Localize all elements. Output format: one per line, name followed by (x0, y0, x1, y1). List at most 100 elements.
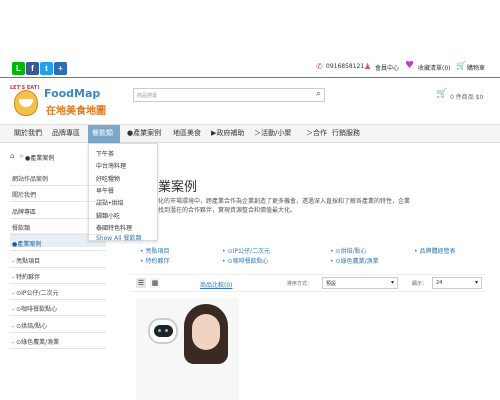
search-input[interactable]: 商品搜尋 (137, 92, 157, 99)
sidebar-item[interactable]: 餐飲類 (12, 223, 30, 232)
sidebar-divider (10, 266, 106, 268)
list-view-icon[interactable]: ☰ (136, 278, 146, 288)
share-plus-icon[interactable]: + (54, 62, 67, 75)
page-title: 業案例 (158, 180, 198, 195)
category-label: ⊙綠色農業/漁業 (335, 258, 379, 265)
twitter-icon[interactable]: t (40, 62, 53, 75)
header-cart-summary[interactable]: 0 件商品 $0 (450, 92, 483, 101)
dropdown-item[interactable]: 好吃糧物 (96, 174, 120, 183)
dropdown-item[interactable]: 下午茶 (96, 149, 114, 158)
category-link[interactable]: • ⊙IP公仔/二次元 (222, 246, 270, 255)
cart-link[interactable]: 購物車 (467, 63, 485, 72)
menu-dining[interactable]: 餐飲類 (92, 128, 113, 138)
category-label: 品牌體經營表 (419, 248, 456, 255)
sidebar-item[interactable]: ●產業案例 (12, 239, 41, 248)
bullet-icon: • (222, 248, 226, 255)
category-link[interactable]: • ⊙烘焙/點心 (330, 246, 367, 255)
facebook-icon[interactable]: f (26, 62, 39, 75)
grid-view-icon[interactable]: ▦ (150, 278, 160, 288)
person-face-image-icon (192, 314, 220, 350)
compare-link[interactable]: 商品比較(0) (200, 280, 233, 289)
sort-chevron-down-icon: ▾ (390, 279, 394, 286)
search-box[interactable]: 商品搜尋 ⌕ (133, 88, 325, 102)
category-label: 亮點項目 (145, 248, 170, 255)
sidebar-item[interactable]: - ⊙烘焙/點心 (12, 321, 47, 330)
sidebar-item[interactable]: 關於我們 (12, 190, 36, 199)
menu-brand[interactable]: 品牌專區 (52, 128, 80, 138)
sidebar-divider (10, 315, 106, 317)
category-link[interactable]: • 品牌體經營表 (414, 246, 456, 255)
bullet-icon: • (140, 258, 144, 265)
sidebar-divider (10, 201, 106, 203)
home-icon[interactable]: ⌂ (10, 152, 14, 160)
sidebar-divider (10, 217, 106, 219)
page-desc-line1: 化的市場環境中，跨產業合作為企業創造了更多機會，透過深入直採和了解各產業的特性，… (158, 198, 411, 205)
sidebar-divider (10, 299, 106, 301)
sidebar-item[interactable]: - ⊙咖啡餐飲點心 (12, 304, 57, 313)
sidebar-divider (10, 185, 106, 186)
category-label: 特約夥伴 (145, 258, 170, 265)
category-label: ⊙烘焙/點心 (335, 248, 367, 255)
logo-subtitle: 在地美食地圖 (46, 106, 106, 117)
show-label: 顯示： (412, 281, 428, 287)
phone-number[interactable]: 0916858121 (326, 63, 364, 70)
category-link[interactable]: • 特約夥伴 (140, 256, 170, 265)
show-select-value: 24 (436, 280, 443, 286)
user-icon: ♟ (364, 62, 372, 71)
logo-badge: LET'S EAT! (10, 85, 40, 91)
menu-industry-cases[interactable]: ●產業案例 (127, 128, 161, 138)
breadcrumb-separator: > (19, 153, 25, 160)
bullet-icon: • (222, 258, 226, 265)
robot-image-icon (148, 318, 178, 344)
line-icon[interactable]: L (12, 62, 25, 75)
menu-cooperation[interactable]: ＞合作 (306, 128, 327, 138)
bullet-icon: • (140, 248, 144, 255)
member-center-link[interactable]: 會員中心 (375, 63, 399, 72)
dropdown-item[interactable]: 中台灣料理 (96, 161, 126, 170)
page-desc-line2: 找到潛在的合作夥伴，實現資源整合和價值最大化。 (158, 207, 297, 214)
search-icon[interactable]: ⌕ (316, 89, 321, 99)
cart-icon: 🛒 (456, 61, 466, 70)
dropdown-item[interactable]: 甜點•烘焙 (96, 198, 124, 207)
sidebar-divider (10, 348, 106, 349)
sort-label: 排序方式： (287, 281, 313, 287)
bullet-icon: • (330, 248, 334, 255)
sidebar-divider (10, 282, 106, 284)
menu-local-food[interactable]: 地區美食 (173, 128, 201, 138)
sort-select-value: 預設 (326, 281, 337, 287)
topbar-divider (0, 77, 500, 78)
menu-about[interactable]: 關於我們 (14, 128, 42, 138)
heart-icon: ♥ (405, 60, 414, 71)
bullet-icon: • (330, 258, 334, 265)
sidebar-item[interactable]: - 特約夥伴 (12, 272, 40, 281)
sidebar-divider (10, 250, 106, 252)
bullet-icon: • (414, 248, 418, 255)
sidebar-divider (10, 233, 106, 235)
header-cart-icon[interactable]: 🛒 (436, 89, 447, 99)
category-label: ⊙咖啡餐飲點心 (227, 258, 269, 265)
wishlist-link[interactable]: 收藏清單(0) (418, 63, 451, 72)
sidebar-divider (10, 331, 106, 333)
sort-select[interactable]: 預設 ▾ (322, 277, 398, 289)
sidebar-item[interactable]: - 亮點項目 (12, 256, 40, 265)
sidebar-item[interactable]: - ⊙綠色農業/漁業 (12, 337, 59, 346)
breadcrumb-current[interactable]: ●產業案例 (25, 153, 54, 162)
sidebar-item[interactable]: - ⊙IP公仔/二次元 (12, 288, 59, 297)
dropdown-item[interactable]: 早午餐 (96, 186, 114, 195)
logo[interactable]: LET'S EAT! FoodMap 在地美食地圖 (10, 85, 122, 119)
logo-brand: FoodMap (44, 87, 101, 100)
menu-gov-subsidy[interactable]: ▶政府補助 (211, 128, 244, 138)
category-link[interactable]: • 亮點項目 (140, 246, 170, 255)
category-label: ⊙IP公仔/二次元 (227, 248, 270, 255)
sidebar-item[interactable]: 品牌專區 (12, 207, 36, 216)
category-link[interactable]: • ⊙綠色農業/漁業 (330, 256, 379, 265)
category-link[interactable]: • ⊙咖啡餐飲點心 (222, 256, 269, 265)
sidebar-item[interactable]: 網站作品案例 (12, 174, 48, 183)
dropdown-item[interactable]: 泰國特色料理 (96, 223, 132, 232)
show-select[interactable]: 24 ▾ (432, 277, 482, 289)
menu-marketing[interactable]: 行銷服務 (332, 128, 360, 138)
phone-icon: ✆ (316, 62, 323, 71)
menu-events[interactable]: ＞活動/小聚 (254, 128, 291, 138)
product-image[interactable] (136, 298, 239, 400)
show-chevron-down-icon: ▾ (474, 279, 478, 286)
